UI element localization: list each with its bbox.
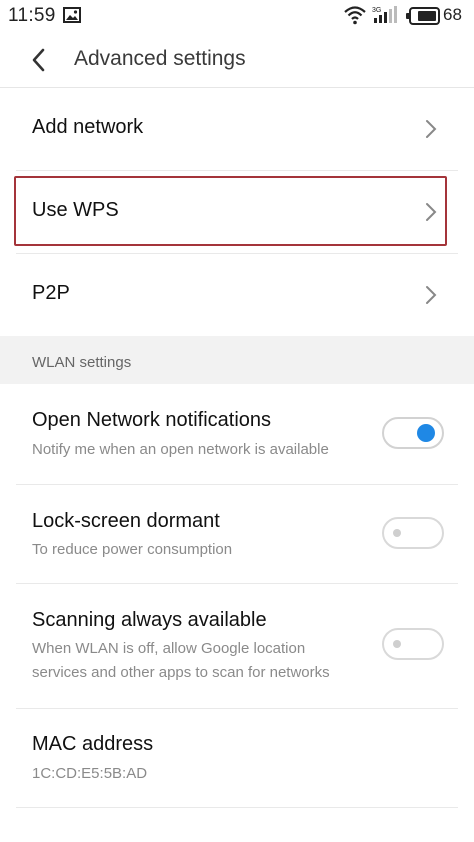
section-header: WLAN settings <box>0 336 474 384</box>
title-bar: Advanced settings <box>0 32 474 88</box>
p2p-row[interactable]: P2P <box>0 254 474 336</box>
toggle-knob <box>393 640 401 648</box>
setting-title: Scanning always available <box>32 609 267 631</box>
mac-address-value: 1C:CD:E5:5B:AD <box>32 765 148 782</box>
battery-icon <box>406 7 440 30</box>
image-icon <box>63 7 81 28</box>
setting-title: Open Network notifications <box>32 409 272 431</box>
section-header-label: WLAN settings <box>32 354 132 371</box>
chevron-right-icon <box>424 284 438 306</box>
p2p-label: P2P <box>32 282 70 304</box>
setting-subtitle: Notify me when an open network is availa… <box>32 441 329 458</box>
use-wps-row[interactable]: Use WPS <box>0 171 474 253</box>
toggle-knob <box>417 424 435 442</box>
setting-subtitle: When WLAN is off, allow Google location … <box>32 640 330 681</box>
use-wps-label: Use WPS <box>32 199 119 221</box>
divider <box>16 807 458 808</box>
page-title: Advanced settings <box>74 47 246 70</box>
back-arrow-icon[interactable] <box>28 46 50 74</box>
setting-title: Lock-screen dormant <box>32 510 220 532</box>
mac-address-title: MAC address <box>32 733 154 755</box>
svg-text:3G: 3G <box>372 7 381 14</box>
scanning-always-available-toggle[interactable] <box>382 628 444 660</box>
open-network-notifications-row[interactable]: Open Network notifications Notify me whe… <box>0 384 474 484</box>
open-network-notifications-toggle[interactable] <box>382 417 444 449</box>
battery-level: 68 <box>443 5 462 24</box>
scanning-always-available-row[interactable]: Scanning always available When WLAN is o… <box>0 584 474 708</box>
chevron-right-icon <box>424 118 438 140</box>
add-network-row[interactable]: Add network <box>0 88 474 170</box>
chevron-right-icon <box>424 201 438 223</box>
status-bar: 11:59 3G 68 <box>0 0 474 32</box>
mac-address-row: MAC address 1C:CD:E5:5B:AD <box>0 709 474 807</box>
setting-subtitle: To reduce power consumption <box>32 541 233 558</box>
lock-screen-dormant-toggle[interactable] <box>382 517 444 549</box>
wifi-icon <box>343 5 367 30</box>
add-network-label: Add network <box>32 116 144 138</box>
lock-screen-dormant-row[interactable]: Lock-screen dormant To reduce power cons… <box>0 485 474 583</box>
toggle-knob <box>393 529 401 537</box>
signal-icon: 3G <box>372 5 402 30</box>
status-time: 11:59 <box>8 5 56 26</box>
